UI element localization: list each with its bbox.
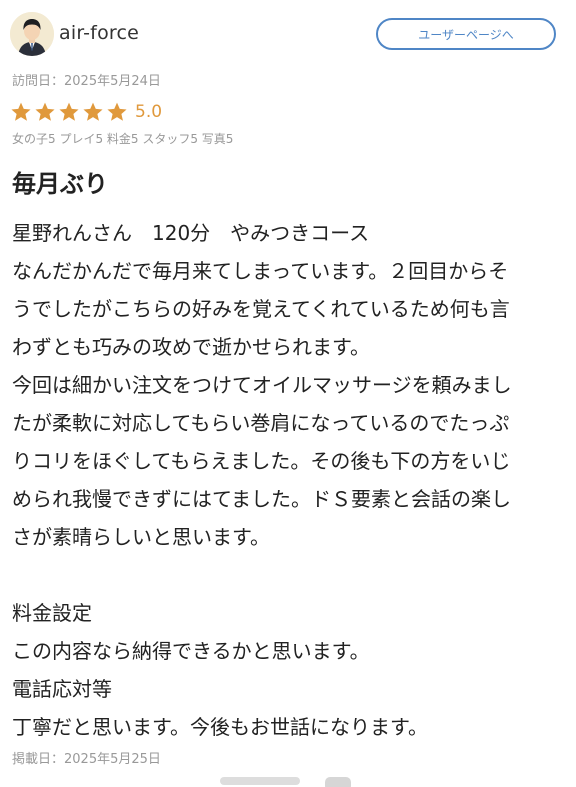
- username[interactable]: air-force: [59, 22, 139, 44]
- review-line: この内容なら納得できるかと思います。: [12, 639, 370, 663]
- star-icon: [35, 102, 55, 121]
- review-line: うでしたがこちらの好みを覚えてくれているため何も言: [12, 297, 510, 321]
- review-header: air-force ユーザーページへ: [10, 12, 566, 60]
- review-line: わずとも巧みの攻めで逝かせられます。: [12, 335, 370, 359]
- rating-row: 5.0: [10, 101, 162, 123]
- rating-breakdown: 女の子5 プレイ5 料金5 スタッフ5 写真5: [12, 132, 234, 146]
- visit-date: 訪問日：2025年5月24日: [12, 74, 161, 89]
- review-line: められ我慢できずにはてました。ドＳ要素と会話の楽し: [12, 487, 511, 511]
- user-avatar[interactable]: [10, 12, 54, 56]
- cut-off-footer: [200, 775, 360, 787]
- star-icon: [107, 102, 127, 121]
- review-line: 電話応対等: [12, 677, 112, 701]
- star-icon: [11, 102, 31, 121]
- review-line: 星野れんさん 120分 やみつきコース: [12, 221, 370, 245]
- review-line: りコリをほぐしてもらえました。その後も下の方をいじ: [12, 449, 511, 473]
- review-line-blank: [12, 556, 557, 594]
- review-title: 毎月ぶり: [12, 170, 108, 198]
- review-line: なんだかんだで毎月来てしまっています。２回目からそ: [12, 259, 509, 283]
- review-line: たが柔軟に対応してもらい巻肩になっているのでたっぷ: [12, 411, 510, 435]
- review-line: 今回は細かい注文をつけてオイルマッサージを頼みまし: [12, 373, 512, 397]
- star-icon: [83, 102, 103, 121]
- cut-off-button[interactable]: [325, 777, 351, 787]
- review-line: 丁寧だと思います。今後もお世話になります。: [12, 715, 428, 739]
- user-page-button[interactable]: ユーザーページへ: [376, 18, 556, 50]
- review-body: 星野れんさん 120分 やみつきコース なんだかんだで毎月来てしまっています。２…: [12, 214, 557, 746]
- user-avatar-icon: [10, 12, 54, 56]
- review-line: さが素晴らしいと思います。: [12, 525, 270, 549]
- review-line: 料金設定: [12, 601, 92, 625]
- star-icon: [59, 102, 79, 121]
- cut-off-text: [220, 777, 300, 785]
- posted-date: 掲載日：2025年5月25日: [12, 752, 161, 767]
- rating-score: 5.0: [135, 102, 163, 122]
